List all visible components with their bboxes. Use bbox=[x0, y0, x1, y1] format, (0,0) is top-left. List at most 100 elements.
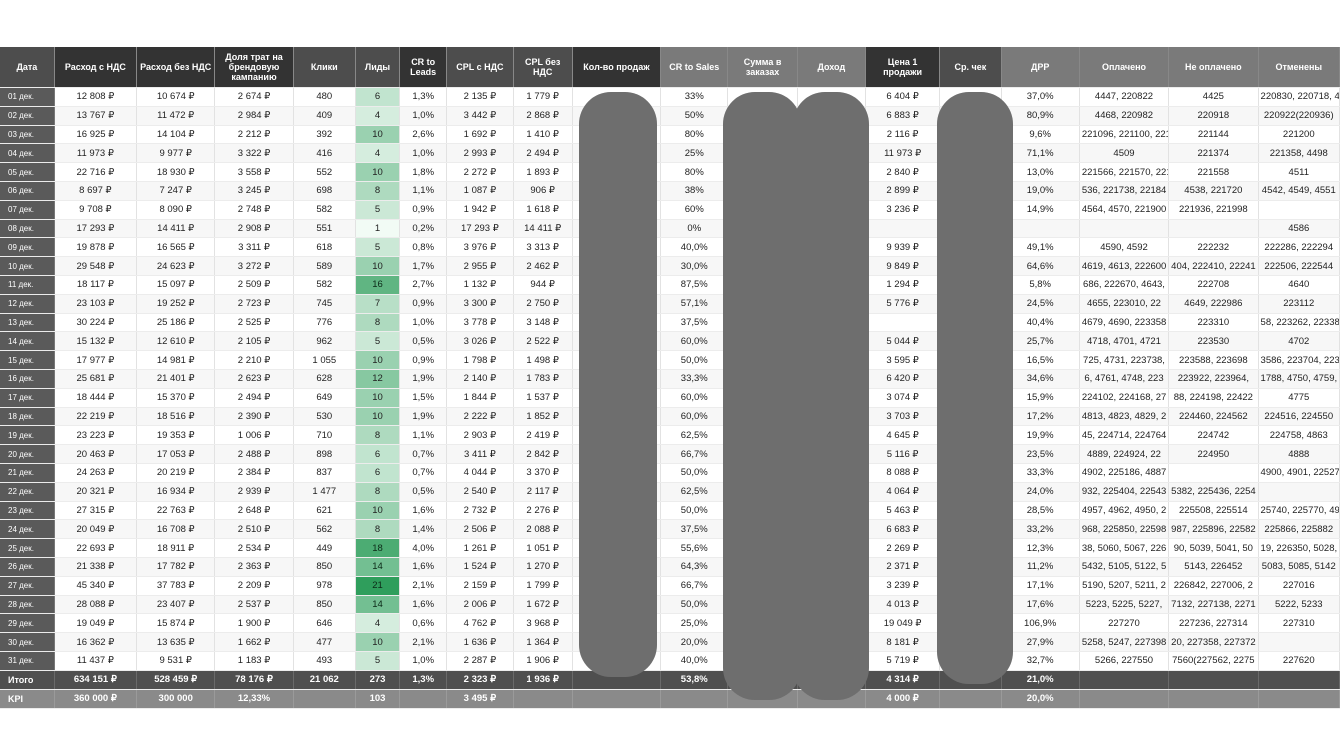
cell-price-per-sale[interactable]: 6 883 ₽ bbox=[865, 106, 941, 126]
cell-clicks[interactable]: 493 bbox=[293, 651, 356, 671]
cell-drr[interactable]: 9,6% bbox=[1001, 125, 1080, 145]
cell-brand-share[interactable]: 2 748 ₽ bbox=[214, 200, 294, 220]
cell-cr-leads[interactable]: 0,6% bbox=[399, 613, 448, 634]
cell-cr-leads[interactable]: 1,4% bbox=[399, 519, 448, 540]
cell-cancelled[interactable]: 19, 226350, 5028, 5 bbox=[1258, 538, 1340, 558]
cell-income[interactable] bbox=[797, 613, 866, 634]
cell-cancelled[interactable]: 227016 bbox=[1258, 576, 1340, 596]
cell-clicks[interactable]: 477 bbox=[293, 632, 356, 652]
cell-paid[interactable]: 4718, 4701, 4721 bbox=[1079, 331, 1170, 352]
cell-clicks[interactable]: 409 bbox=[293, 106, 356, 126]
cell-clicks[interactable]: 710 bbox=[293, 425, 356, 446]
cell-drr[interactable]: 25,7% bbox=[1001, 331, 1080, 352]
cell-leads[interactable]: 6 bbox=[355, 87, 401, 107]
cell-drr[interactable]: 11,2% bbox=[1001, 557, 1080, 577]
cell-avg-check[interactable] bbox=[939, 463, 1002, 483]
header-avg-check[interactable]: Ср. чек bbox=[939, 47, 1002, 88]
cell-cr-leads[interactable]: 1,0% bbox=[399, 651, 448, 671]
cell-avg-check[interactable] bbox=[939, 425, 1002, 446]
cell-cancelled[interactable]: 4888 bbox=[1258, 444, 1340, 464]
cell-price-per-sale[interactable]: 4 064 ₽ bbox=[865, 482, 941, 502]
cell-brand-share[interactable]: 2 384 ₽ bbox=[214, 463, 294, 483]
cell-brand-share[interactable]: 2 908 ₽ bbox=[214, 219, 294, 239]
cell-paid[interactable]: 4902, 225186, 4887 bbox=[1079, 463, 1170, 483]
cell-cpl-novat[interactable]: 2 750 ₽ bbox=[513, 294, 573, 314]
cell-avg-check[interactable] bbox=[939, 200, 1002, 220]
cell-clicks[interactable]: 582 bbox=[293, 275, 356, 295]
cell-clicks[interactable]: 628 bbox=[293, 369, 356, 389]
cell-avg-check[interactable] bbox=[939, 407, 1002, 427]
cell-cpl-vat[interactable]: 4 762 ₽ bbox=[446, 613, 514, 634]
cell-cpl-novat[interactable]: 2 842 ₽ bbox=[513, 444, 573, 464]
cell-clicks[interactable]: 649 bbox=[293, 388, 356, 408]
header-brand-share[interactable]: Доля трат на брендовую кампанию bbox=[214, 47, 294, 88]
cell-spend-novat[interactable]: 19 252 ₽ bbox=[136, 294, 216, 314]
cell-cpl-novat[interactable]: 2 868 ₽ bbox=[513, 106, 573, 126]
cell-clicks[interactable]: 392 bbox=[293, 125, 356, 145]
cell-spend-vat[interactable]: 11 437 ₽ bbox=[54, 651, 138, 671]
cell-paid[interactable]: 536, 221738, 22184 bbox=[1079, 181, 1170, 201]
cell-clicks[interactable]: 1 055 bbox=[293, 350, 356, 370]
cell-income[interactable] bbox=[797, 275, 866, 295]
cell-cancelled[interactable]: 227310 bbox=[1258, 613, 1340, 634]
cell-drr[interactable]: 64,6% bbox=[1001, 256, 1080, 276]
cell-date[interactable]: 30 дек. bbox=[0, 632, 55, 652]
cell-orders-sum[interactable] bbox=[727, 444, 798, 464]
header-cpl-vat[interactable]: CPL с НДС bbox=[446, 47, 514, 88]
cell-price-per-sale[interactable]: 2 116 ₽ bbox=[865, 125, 941, 145]
cell-spend-novat[interactable]: 15 370 ₽ bbox=[136, 388, 216, 408]
cell-cpl-vat[interactable]: 1 087 ₽ bbox=[446, 181, 514, 201]
cell-cancelled[interactable] bbox=[1258, 200, 1340, 220]
cell-cancelled[interactable]: 227620 bbox=[1258, 651, 1340, 671]
cell-leads[interactable]: 6 bbox=[355, 463, 401, 483]
cell-cpl-vat[interactable]: 3 442 ₽ bbox=[446, 106, 514, 126]
cell-sales-count[interactable] bbox=[572, 237, 662, 258]
cell-unpaid[interactable]: 226842, 227006, 2 bbox=[1168, 576, 1259, 596]
cell-spend-vat[interactable]: 16 362 ₽ bbox=[54, 632, 138, 652]
cell-unpaid[interactable]: 223922, 223964, bbox=[1168, 369, 1259, 389]
cell-paid[interactable]: 4619, 4613, 222600 bbox=[1079, 256, 1170, 276]
cell-unpaid[interactable]: 5382, 225436, 2254 bbox=[1168, 482, 1259, 502]
cell-avg-check[interactable] bbox=[939, 576, 1002, 596]
cell-price-per-sale[interactable] bbox=[865, 313, 941, 333]
cell-unpaid[interactable]: 222708 bbox=[1168, 275, 1259, 295]
cell-cpl-novat[interactable]: 1 906 ₽ bbox=[513, 651, 573, 671]
cell-cpl-novat[interactable]: 1 410 ₽ bbox=[513, 125, 573, 145]
cell-drr[interactable]: 16,5% bbox=[1001, 350, 1080, 370]
cell-paid[interactable]: 4468, 220982 bbox=[1079, 106, 1170, 126]
cell-cpl-vat[interactable]: 2 903 ₽ bbox=[446, 425, 514, 446]
cell-unpaid[interactable]: 5143, 226452 bbox=[1168, 557, 1259, 577]
cell-unpaid[interactable]: 221144 bbox=[1168, 125, 1259, 145]
cell-income[interactable] bbox=[797, 219, 866, 239]
cell-cr-leads[interactable]: 1,6% bbox=[399, 595, 448, 615]
cell-unpaid[interactable]: 220918 bbox=[1168, 106, 1259, 126]
cell-cr-sales[interactable]: 60,0% bbox=[660, 331, 729, 352]
cell-leads[interactable]: 12 bbox=[355, 369, 401, 389]
cell-drr[interactable]: 5,8% bbox=[1001, 275, 1080, 295]
cell-cpl-novat[interactable]: 2 419 ₽ bbox=[513, 425, 573, 446]
cell-cr-leads[interactable]: 2,7% bbox=[399, 275, 448, 295]
cell-avg-check[interactable] bbox=[939, 613, 1002, 634]
cell-price-per-sale[interactable]: 6 683 ₽ bbox=[865, 519, 941, 540]
cell-cr-sales[interactable]: 50,0% bbox=[660, 501, 729, 521]
cell-date[interactable]: 10 дек. bbox=[0, 256, 55, 276]
cell-drr[interactable]: 34,6% bbox=[1001, 369, 1080, 389]
cell-paid[interactable]: 45, 224714, 224764 bbox=[1079, 425, 1170, 446]
cell-cr-sales[interactable]: 50,0% bbox=[660, 350, 729, 370]
cell-orders-sum[interactable] bbox=[727, 350, 798, 370]
cell-leads[interactable]: 4 bbox=[355, 106, 401, 126]
cell-drr[interactable]: 27,9% bbox=[1001, 632, 1080, 652]
cell-cancelled[interactable]: 4586 bbox=[1258, 219, 1340, 239]
cell-cr-leads[interactable]: 1,3% bbox=[399, 87, 448, 107]
cell-brand-share[interactable]: 2 537 ₽ bbox=[214, 595, 294, 615]
cell-paid[interactable]: 5223, 5225, 5227, bbox=[1079, 595, 1170, 615]
cell-leads[interactable]: 16 bbox=[355, 275, 401, 295]
cell-cpl-vat[interactable]: 3 026 ₽ bbox=[446, 331, 514, 352]
cell-date[interactable]: 05 дек. bbox=[0, 162, 55, 182]
cell-unpaid[interactable]: 227236, 227314 bbox=[1168, 613, 1259, 634]
cell-unpaid[interactable]: 221374 bbox=[1168, 143, 1259, 164]
cell-cancelled[interactable]: 224758, 4863 bbox=[1258, 425, 1340, 446]
cell-cpl-novat[interactable]: 1 799 ₽ bbox=[513, 576, 573, 596]
cell-orders-sum[interactable] bbox=[727, 388, 798, 408]
cell-price-per-sale[interactable]: 8 181 ₽ bbox=[865, 632, 941, 652]
